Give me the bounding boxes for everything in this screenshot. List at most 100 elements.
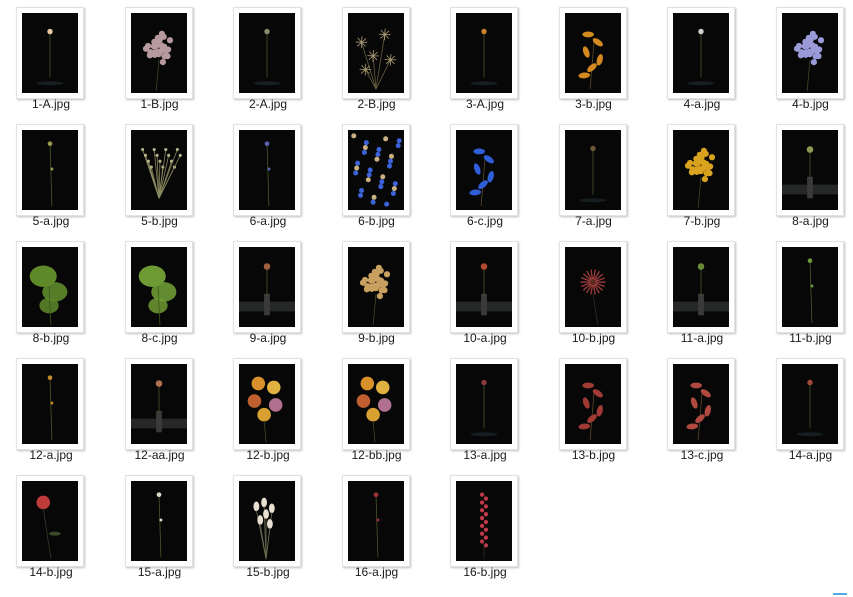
file-name-label[interactable]: 13-a.jpg <box>431 448 539 462</box>
thumbnail-frame[interactable] <box>667 358 735 450</box>
thumbnail-frame[interactable] <box>124 475 193 567</box>
thumbnail-frame[interactable] <box>558 7 627 99</box>
file-name-label[interactable]: 7-a.jpg <box>540 214 648 228</box>
file-name-label[interactable]: 14-b.jpg <box>0 565 105 579</box>
file-name-label[interactable]: 6-b.jpg <box>323 214 431 228</box>
file-name-label[interactable]: 9-b.jpg <box>323 331 431 345</box>
thumbnail-frame[interactable] <box>16 241 84 333</box>
file-item[interactable]: 5-b.jpg <box>112 117 220 229</box>
file-item[interactable]: 8-b.jpg <box>3 234 111 346</box>
file-name-label[interactable]: 11-b.jpg <box>757 331 853 345</box>
file-name-label[interactable]: 16-b.jpg <box>431 565 539 579</box>
file-name-label[interactable]: 2-A.jpg <box>214 97 322 111</box>
file-name-label[interactable]: 16-a.jpg <box>323 565 431 579</box>
file-item[interactable]: 11-b.jpg <box>763 234 853 346</box>
file-item[interactable]: 12-b.jpg <box>220 351 328 463</box>
thumbnail-frame[interactable] <box>16 124 84 216</box>
thumbnail-frame[interactable] <box>450 124 518 216</box>
file-item[interactable]: 13-a.jpg <box>437 351 545 463</box>
thumbnail-frame[interactable] <box>341 475 410 567</box>
file-name-label[interactable]: 1-B.jpg <box>106 97 214 111</box>
thumbnail-frame[interactable] <box>450 358 518 450</box>
file-item[interactable]: 12-bb.jpg <box>329 351 437 463</box>
file-item[interactable]: 15-a.jpg <box>112 468 220 580</box>
file-item[interactable]: 10-a.jpg <box>437 234 545 346</box>
file-item[interactable]: 2-A.jpg <box>220 0 328 112</box>
file-item[interactable]: 8-c.jpg <box>112 234 220 346</box>
file-item[interactable]: 7-a.jpg <box>546 117 654 229</box>
thumbnail-frame[interactable] <box>16 7 84 99</box>
file-name-label[interactable]: 5-a.jpg <box>0 214 105 228</box>
thumbnail-frame[interactable] <box>558 124 627 216</box>
thumbnail-frame[interactable] <box>341 124 410 216</box>
thumbnail-frame[interactable] <box>450 475 518 567</box>
thumbnail-frame[interactable] <box>233 475 301 567</box>
thumbnail-frame[interactable] <box>775 7 844 99</box>
file-item[interactable]: 6-c.jpg <box>437 117 545 229</box>
thumbnail-frame[interactable] <box>124 241 193 333</box>
file-item[interactable]: 14-b.jpg <box>3 468 111 580</box>
file-item[interactable]: 12-a.jpg <box>3 351 111 463</box>
file-item[interactable]: 9-b.jpg <box>329 234 437 346</box>
thumbnail-frame[interactable] <box>775 358 844 450</box>
thumbnail-frame[interactable] <box>341 7 410 99</box>
thumbnail-frame[interactable] <box>16 358 84 450</box>
file-name-label[interactable]: 12-a.jpg <box>0 448 105 462</box>
file-name-label[interactable]: 12-aa.jpg <box>106 448 214 462</box>
file-name-label[interactable]: 14-a.jpg <box>757 448 853 462</box>
file-item[interactable]: 5-a.jpg <box>3 117 111 229</box>
file-name-label[interactable]: 15-b.jpg <box>214 565 322 579</box>
thumbnail-frame[interactable] <box>233 124 301 216</box>
thumbnail-frame[interactable] <box>233 241 301 333</box>
file-name-label[interactable]: 1-A.jpg <box>0 97 105 111</box>
thumbnail-frame[interactable] <box>124 358 193 450</box>
file-item[interactable]: 8-a.jpg <box>763 117 853 229</box>
thumbnail-frame[interactable] <box>124 7 193 99</box>
file-item[interactable]: 14-a.jpg <box>763 351 853 463</box>
thumbnail-frame[interactable] <box>558 241 627 333</box>
file-item[interactable]: 2-B.jpg <box>329 0 437 112</box>
thumbnail-frame[interactable] <box>450 241 518 333</box>
file-name-label[interactable]: 12-b.jpg <box>214 448 322 462</box>
file-name-label[interactable]: 11-a.jpg <box>648 331 756 345</box>
thumbnail-frame[interactable] <box>233 7 301 99</box>
file-name-label[interactable]: 10-b.jpg <box>540 331 648 345</box>
file-name-label[interactable]: 2-B.jpg <box>323 97 431 111</box>
file-name-label[interactable]: 6-a.jpg <box>214 214 322 228</box>
file-item[interactable]: 1-A.jpg <box>3 0 111 112</box>
thumbnail-frame[interactable] <box>775 124 844 216</box>
file-item[interactable]: 1-B.jpg <box>112 0 220 112</box>
file-name-label[interactable]: 12-bb.jpg <box>323 448 431 462</box>
file-name-label[interactable]: 3-A.jpg <box>431 97 539 111</box>
file-item[interactable]: 6-b.jpg <box>329 117 437 229</box>
thumbnail-frame[interactable] <box>341 358 410 450</box>
thumbnail-frame[interactable] <box>667 124 735 216</box>
file-item[interactable]: 6-a.jpg <box>220 117 328 229</box>
file-name-label[interactable]: 4-a.jpg <box>648 97 756 111</box>
file-name-label[interactable]: 13-c.jpg <box>648 448 756 462</box>
thumbnail-frame[interactable] <box>124 124 193 216</box>
thumbnail-frame[interactable] <box>341 241 410 333</box>
file-item[interactable]: 3-b.jpg <box>546 0 654 112</box>
file-name-label[interactable]: 3-b.jpg <box>540 97 648 111</box>
thumbnail-frame[interactable] <box>775 241 844 333</box>
file-name-label[interactable]: 4-b.jpg <box>757 97 853 111</box>
file-name-label[interactable]: 10-a.jpg <box>431 331 539 345</box>
file-name-label[interactable]: 7-b.jpg <box>648 214 756 228</box>
file-item[interactable]: 12-aa.jpg <box>112 351 220 463</box>
file-name-label[interactable]: 6-c.jpg <box>431 214 539 228</box>
file-item[interactable]: 13-c.jpg <box>654 351 762 463</box>
thumbnail-frame[interactable] <box>16 475 84 567</box>
file-item[interactable]: 9-a.jpg <box>220 234 328 346</box>
file-item[interactable]: 3-A.jpg <box>437 0 545 112</box>
thumbnail-frame[interactable] <box>667 7 735 99</box>
file-name-label[interactable]: 8-b.jpg <box>0 331 105 345</box>
file-item[interactable]: 15-b.jpg <box>220 468 328 580</box>
file-name-label[interactable]: 9-a.jpg <box>214 331 322 345</box>
file-item[interactable]: 10-b.jpg <box>546 234 654 346</box>
thumbnail-frame[interactable] <box>558 358 627 450</box>
file-name-label[interactable]: 8-c.jpg <box>106 331 214 345</box>
file-name-label[interactable]: 5-b.jpg <box>106 214 214 228</box>
file-item[interactable]: 16-a.jpg <box>329 468 437 580</box>
file-name-label[interactable]: 13-b.jpg <box>540 448 648 462</box>
